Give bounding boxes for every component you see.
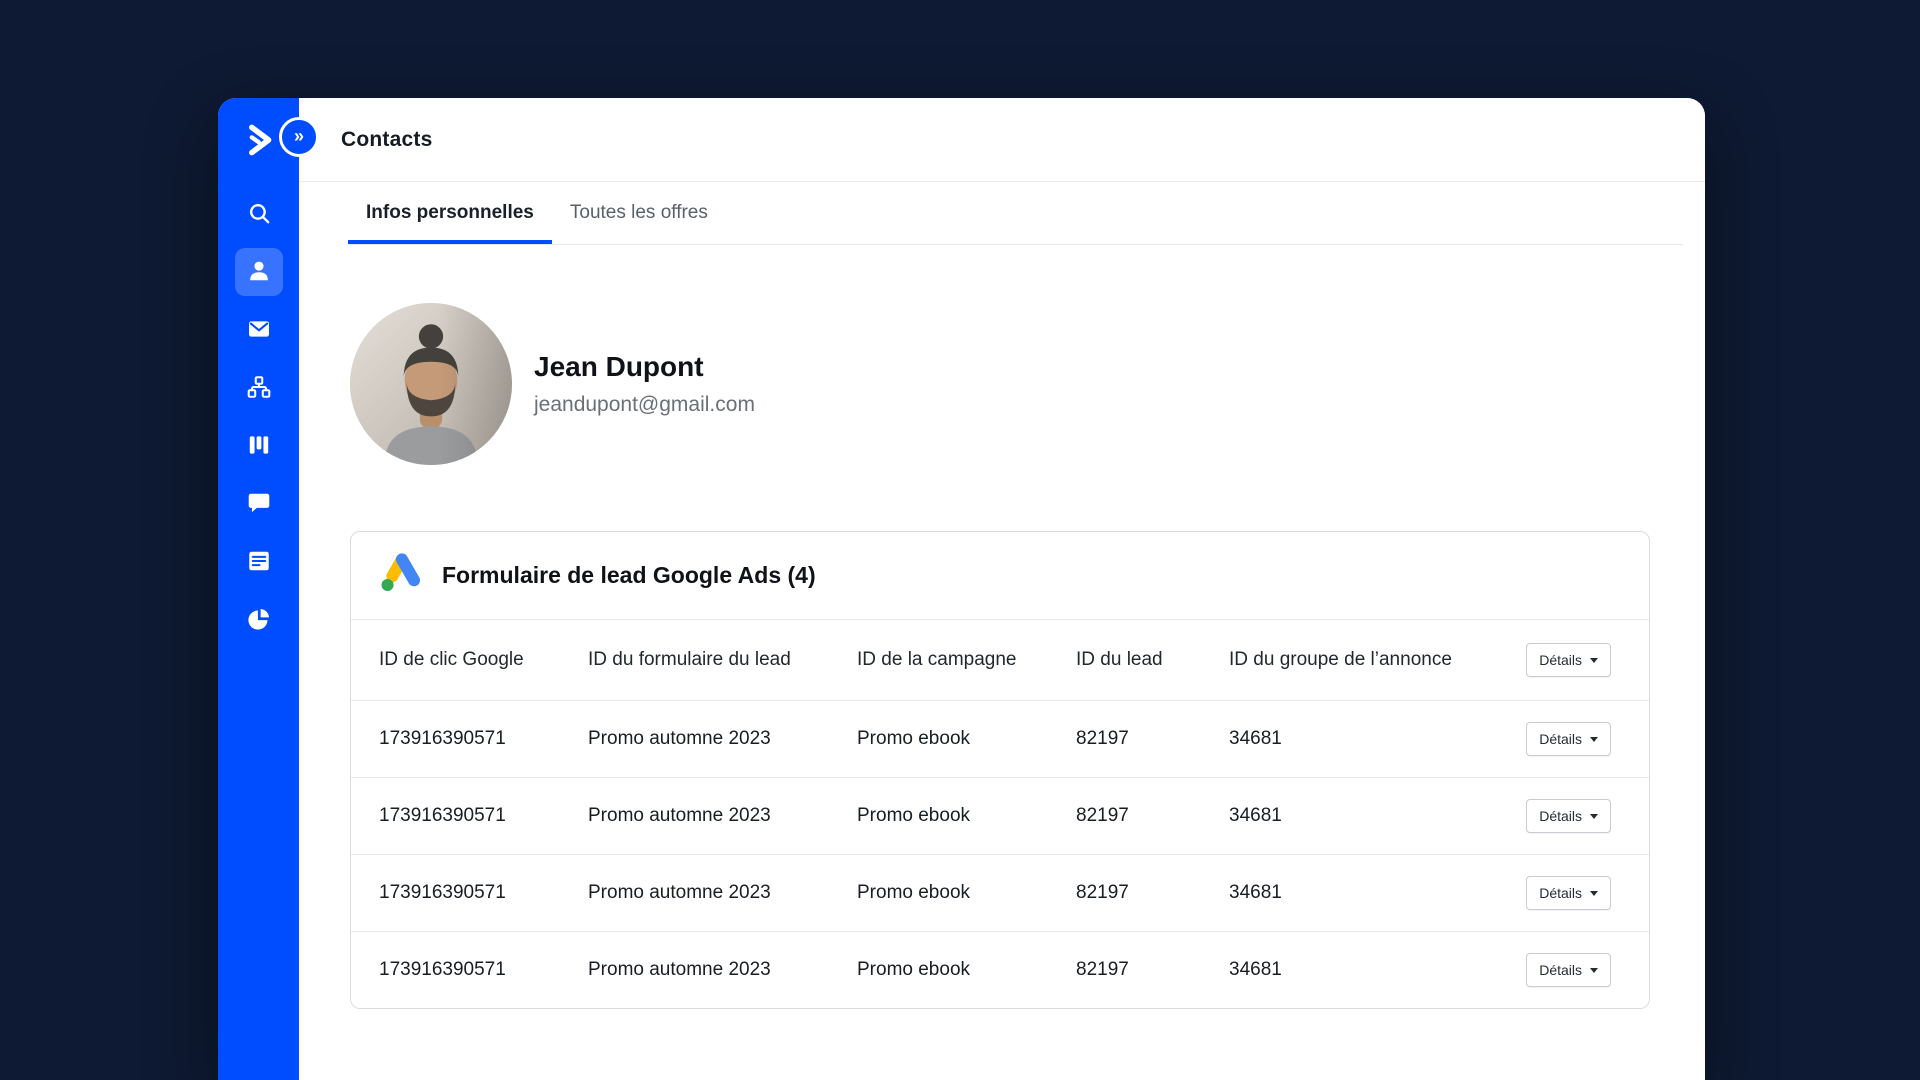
app-window: » Contacts Infos personnelles Toutes les… xyxy=(218,98,1705,1080)
chevron-down-icon xyxy=(1590,813,1598,819)
details-button[interactable]: Détails xyxy=(1526,953,1611,987)
details-button[interactable]: Détails xyxy=(1526,876,1611,910)
contacts-icon xyxy=(246,258,272,287)
sidebar-item-reports[interactable] xyxy=(235,596,283,644)
cell-lead-id: 82197 xyxy=(1076,959,1129,980)
tab-label: Toutes les offres xyxy=(569,202,708,223)
form-icon xyxy=(246,548,272,577)
chevron-down-icon xyxy=(1590,967,1598,973)
sidebar-item-deals[interactable] xyxy=(235,422,283,470)
contact-email: jeandupont@gmail.com xyxy=(534,393,755,416)
chevron-down-icon xyxy=(1590,657,1598,663)
avatar-portrait-illustration xyxy=(350,303,512,465)
sidebar: » xyxy=(218,98,319,1080)
cell-google-click-id: 173916390571 xyxy=(379,882,506,903)
column-header-lead-form-id: ID du formulaire du lead xyxy=(588,649,791,670)
kanban-icon xyxy=(246,432,272,461)
pie-chart-icon xyxy=(246,606,272,635)
page-header: Contacts xyxy=(299,98,1705,182)
activecampaign-logo-icon xyxy=(248,124,271,156)
sitemap-icon xyxy=(246,374,272,403)
cell-campaign-id: Promo ebook xyxy=(857,805,971,826)
details-button-label: Détails xyxy=(1539,731,1582,747)
details-button[interactable]: Détails xyxy=(1526,643,1611,677)
details-button-label: Détails xyxy=(1539,885,1582,901)
cell-campaign-id: Promo ebook xyxy=(857,728,971,749)
details-button[interactable]: Détails xyxy=(1526,799,1611,833)
chevron-down-icon xyxy=(1590,890,1598,896)
table-row: 173916390571 Promo automne 2023 Promo eb… xyxy=(351,777,1649,854)
cell-campaign-id: Promo ebook xyxy=(857,882,971,903)
cell-ad-group-id: 34681 xyxy=(1229,882,1282,903)
contact-identity: Jean Dupont jeandupont@gmail.com xyxy=(534,351,755,417)
card-header: Formulaire de lead Google Ads (4) xyxy=(351,532,1649,620)
main-content: Contacts Infos personnelles Toutes les o… xyxy=(299,98,1705,1080)
cell-lead-form-id: Promo automne 2023 xyxy=(588,728,771,749)
sidebar-item-forms[interactable] xyxy=(235,538,283,586)
sidebar-item-conversations[interactable] xyxy=(235,480,283,528)
avatar xyxy=(350,303,512,465)
column-header-lead-id: ID du lead xyxy=(1076,649,1163,670)
details-button[interactable]: Détails xyxy=(1526,722,1611,756)
cell-lead-form-id: Promo automne 2023 xyxy=(588,959,771,980)
search-icon xyxy=(246,200,272,229)
table-header-row: ID de clic Google ID du formulaire du le… xyxy=(351,620,1649,700)
tab-toutes-les-offres[interactable]: Toutes les offres xyxy=(552,182,726,244)
column-header-campaign-id: ID de la campagne xyxy=(857,649,1017,670)
sidebar-item-contacts[interactable] xyxy=(234,248,283,296)
sidebar-item-search[interactable] xyxy=(235,190,283,238)
cell-campaign-id: Promo ebook xyxy=(857,959,971,980)
chevrons-right-icon: » xyxy=(293,125,304,146)
cell-lead-id: 82197 xyxy=(1076,882,1129,903)
google-ads-icon xyxy=(377,550,423,601)
column-header-ad-group-id: ID du groupe de l’annonce xyxy=(1229,649,1452,670)
cell-ad-group-id: 34681 xyxy=(1229,728,1282,749)
mail-icon xyxy=(246,316,272,345)
cell-lead-id: 82197 xyxy=(1076,728,1129,749)
chat-icon xyxy=(246,490,272,519)
desktop-background: » Contacts Infos personnelles Toutes les… xyxy=(0,0,1920,1080)
details-button-label: Détails xyxy=(1539,962,1582,978)
sidebar-expand-button[interactable]: » xyxy=(279,117,319,157)
sidebar-nav xyxy=(234,182,283,644)
google-ads-lead-form-card: Formulaire de lead Google Ads (4) ID de … xyxy=(350,531,1650,1009)
column-header-google-click-id: ID de clic Google xyxy=(379,649,524,670)
page-title: Contacts xyxy=(341,127,433,151)
cell-google-click-id: 173916390571 xyxy=(379,805,506,826)
table-row: 173916390571 Promo automne 2023 Promo eb… xyxy=(351,931,1649,1008)
details-button-label: Détails xyxy=(1539,652,1582,668)
contact-name: Jean Dupont xyxy=(534,351,704,382)
cell-ad-group-id: 34681 xyxy=(1229,959,1282,980)
cell-lead-form-id: Promo automne 2023 xyxy=(588,805,771,826)
cell-ad-group-id: 34681 xyxy=(1229,805,1282,826)
table-row: 173916390571 Promo automne 2023 Promo eb… xyxy=(351,700,1649,777)
contact-profile: Jean Dupont jeandupont@gmail.com xyxy=(350,303,1705,465)
sidebar-item-campaigns[interactable] xyxy=(235,306,283,354)
table-row: 173916390571 Promo automne 2023 Promo eb… xyxy=(351,854,1649,931)
cell-lead-form-id: Promo automne 2023 xyxy=(588,882,771,903)
chevron-down-icon xyxy=(1590,736,1598,742)
card-title: Formulaire de lead Google Ads (4) xyxy=(442,562,816,588)
cell-google-click-id: 173916390571 xyxy=(379,959,506,980)
tab-label: Infos personnelles xyxy=(366,202,534,223)
tab-infos-personnelles[interactable]: Infos personnelles xyxy=(348,182,552,244)
cell-google-click-id: 173916390571 xyxy=(379,728,506,749)
tabs-bar: Infos personnelles Toutes les offres xyxy=(348,182,1683,245)
cell-lead-id: 82197 xyxy=(1076,805,1129,826)
details-button-label: Détails xyxy=(1539,808,1582,824)
sidebar-item-automations[interactable] xyxy=(235,364,283,412)
